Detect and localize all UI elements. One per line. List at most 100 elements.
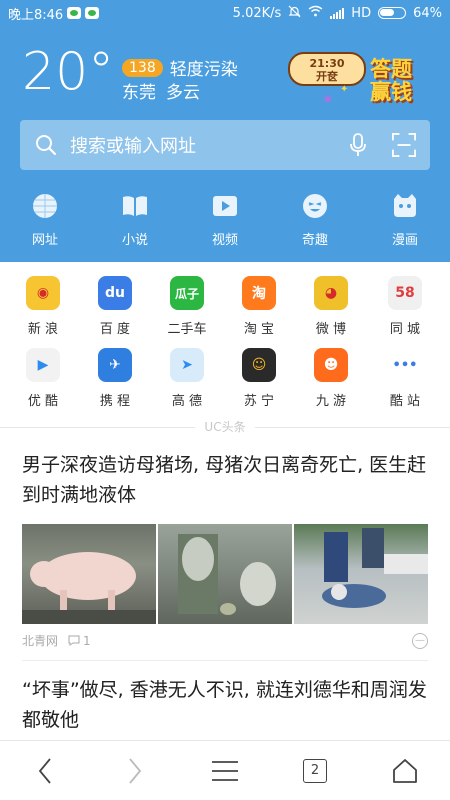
chevron-right-icon bbox=[129, 757, 142, 784]
menu-button[interactable] bbox=[180, 741, 270, 800]
signal-icon bbox=[330, 7, 345, 19]
feed-divider: UC头条 bbox=[0, 420, 450, 434]
app-more-sites[interactable]: ••• 酷 站 bbox=[375, 348, 435, 409]
bottom-toolbar: 2 bbox=[0, 740, 450, 800]
weibo-icon: ◕ bbox=[314, 276, 348, 310]
weather-condition: 多云 bbox=[166, 83, 200, 103]
status-bar: 晚上8:46 5.02K/s HD 64% bbox=[0, 0, 450, 26]
app-jiuyou[interactable]: ☻ 九 游 bbox=[301, 348, 361, 409]
app-label: 九 游 bbox=[315, 394, 347, 409]
app-amap[interactable]: ➤ 高 德 bbox=[157, 348, 217, 409]
news-item[interactable]: 男子深夜造访母猪场, 母猪次日离奇死亡, 医生赶到时满地液体 bbox=[22, 450, 428, 510]
app-label: 淘 宝 bbox=[243, 322, 275, 337]
home-header: 20° 138 轻度污染 东莞 多云 21:30 开奁 答题赢钱 ★ ✦ 搜索或… bbox=[0, 26, 450, 262]
book-icon bbox=[121, 192, 149, 220]
app-label: 新 浪 bbox=[27, 322, 59, 337]
app-taobao[interactable]: 淘 淘 宝 bbox=[229, 276, 289, 337]
promo-time-bubble: 21:30 开奁 bbox=[288, 52, 366, 86]
app-guazi[interactable]: 瓜子 二手车 bbox=[157, 276, 217, 337]
youku-icon: ▶ bbox=[26, 348, 60, 382]
app-ctrip[interactable]: ✈ 携 程 bbox=[85, 348, 145, 409]
quick-link-video[interactable]: 视频 bbox=[180, 192, 270, 248]
search-input[interactable]: 搜索或输入网址 bbox=[70, 132, 346, 158]
air-quality[interactable]: 138 轻度污染 bbox=[122, 55, 238, 80]
news-meta: 北青网 1 — bbox=[22, 632, 428, 649]
status-time: 晚上8:46 bbox=[8, 7, 64, 23]
jiuyou-icon: ☻ bbox=[314, 348, 348, 382]
sina-icon: ◉ bbox=[26, 276, 60, 310]
news-headline[interactable]: “坏事”做尽, 香港无人不识, 就连刘德华和周润发都敬他 bbox=[22, 675, 428, 735]
quick-link-label: 漫画 bbox=[391, 233, 418, 248]
guazi-icon: 瓜子 bbox=[170, 276, 204, 310]
city-name: 东莞 bbox=[122, 83, 156, 103]
promo-time: 21:30 bbox=[309, 57, 345, 70]
news-item[interactable]: “坏事”做尽, 香港无人不识, 就连刘德华和周润发都敬他 bbox=[22, 675, 428, 735]
app-label: 携 程 bbox=[99, 394, 131, 409]
suning-icon: ☺ bbox=[242, 348, 276, 382]
wifi-icon bbox=[308, 5, 323, 21]
comment-count[interactable]: 1 bbox=[68, 634, 91, 648]
news-headline[interactable]: 男子深夜造访母猪场, 母猪次日离奇死亡, 医生赶到时满地液体 bbox=[22, 450, 428, 510]
quick-link-comic[interactable]: 漫画 bbox=[360, 192, 450, 248]
aqi-badge: 138 bbox=[122, 58, 163, 77]
forward-button[interactable] bbox=[90, 741, 180, 800]
feed-label: UC头条 bbox=[195, 420, 255, 434]
tabs-button[interactable]: 2 bbox=[270, 741, 360, 800]
star-icon: ✦ bbox=[340, 84, 349, 95]
scan-icon[interactable] bbox=[392, 133, 416, 157]
comment-icon bbox=[68, 635, 80, 646]
chevron-left-icon bbox=[38, 757, 51, 784]
weather-location[interactable]: 东莞 多云 bbox=[122, 78, 200, 103]
search-icon bbox=[34, 133, 58, 157]
search-bar[interactable]: 搜索或输入网址 bbox=[20, 120, 430, 170]
quick-link-label: 小说 bbox=[121, 233, 148, 248]
58-icon: 58 bbox=[388, 276, 422, 310]
quiz-promo-banner[interactable]: 21:30 开奁 答题赢钱 ★ ✦ bbox=[288, 48, 420, 110]
network-type: HD bbox=[351, 5, 372, 21]
app-shortcuts-grid: ◉ 新 浪 du 百 度 瓜子 二手车 淘 淘 宝 ◕ 微 博 58 同 城 ▶… bbox=[0, 262, 450, 422]
network-speed: 5.02K/s bbox=[232, 5, 282, 21]
app-baidu[interactable]: du 百 度 bbox=[85, 276, 145, 337]
app-label: 微 博 bbox=[315, 322, 347, 337]
quick-link-novel[interactable]: 小说 bbox=[90, 192, 180, 248]
news-thumbnail-pig bbox=[22, 524, 156, 624]
play-icon bbox=[211, 192, 239, 220]
app-sina[interactable]: ◉ 新 浪 bbox=[13, 276, 73, 337]
back-button[interactable] bbox=[0, 741, 90, 800]
temperature[interactable]: 20° bbox=[22, 46, 114, 98]
app-suning[interactable]: ☺ 苏 宁 bbox=[229, 348, 289, 409]
funny-face-icon bbox=[301, 192, 329, 220]
tab-count: 2 bbox=[303, 758, 327, 783]
silent-bell-icon bbox=[288, 5, 301, 22]
globe-icon bbox=[31, 192, 59, 220]
news-source: 北青网 bbox=[22, 634, 59, 648]
quick-link-url[interactable]: 网址 bbox=[0, 192, 90, 248]
app-youku[interactable]: ▶ 优 酷 bbox=[13, 348, 73, 409]
menu-icon bbox=[212, 760, 238, 781]
amap-icon: ➤ bbox=[170, 348, 204, 382]
home-button[interactable] bbox=[360, 741, 450, 800]
more-dots-icon: ••• bbox=[388, 348, 422, 382]
app-label: 苏 宁 bbox=[243, 394, 275, 409]
taobao-icon: 淘 bbox=[242, 276, 276, 310]
app-label: 二手车 bbox=[167, 322, 207, 337]
battery-icon bbox=[378, 7, 407, 19]
quick-link-funny[interactable]: 奇趣 bbox=[270, 192, 360, 248]
promo-subtitle: 开奁 bbox=[316, 70, 338, 83]
app-weibo[interactable]: ◕ 微 博 bbox=[301, 276, 361, 337]
app-58[interactable]: 58 同 城 bbox=[375, 276, 435, 337]
news-thumbnails[interactable] bbox=[22, 524, 428, 624]
baidu-icon: du bbox=[98, 276, 132, 310]
quick-link-label: 视频 bbox=[211, 233, 238, 248]
app-label: 酷 站 bbox=[389, 394, 421, 409]
ctrip-icon: ✈ bbox=[98, 348, 132, 382]
wechat-notification-icon bbox=[85, 7, 100, 19]
comic-icon bbox=[391, 192, 419, 220]
news-thumbnail-farm bbox=[158, 524, 292, 624]
dismiss-icon[interactable]: — bbox=[412, 632, 428, 649]
promo-title: 答题赢钱 bbox=[370, 57, 412, 104]
comment-count-value: 1 bbox=[83, 633, 91, 648]
microphone-icon[interactable] bbox=[346, 133, 370, 157]
quick-link-label: 网址 bbox=[31, 233, 58, 248]
app-label: 百 度 bbox=[99, 322, 131, 337]
